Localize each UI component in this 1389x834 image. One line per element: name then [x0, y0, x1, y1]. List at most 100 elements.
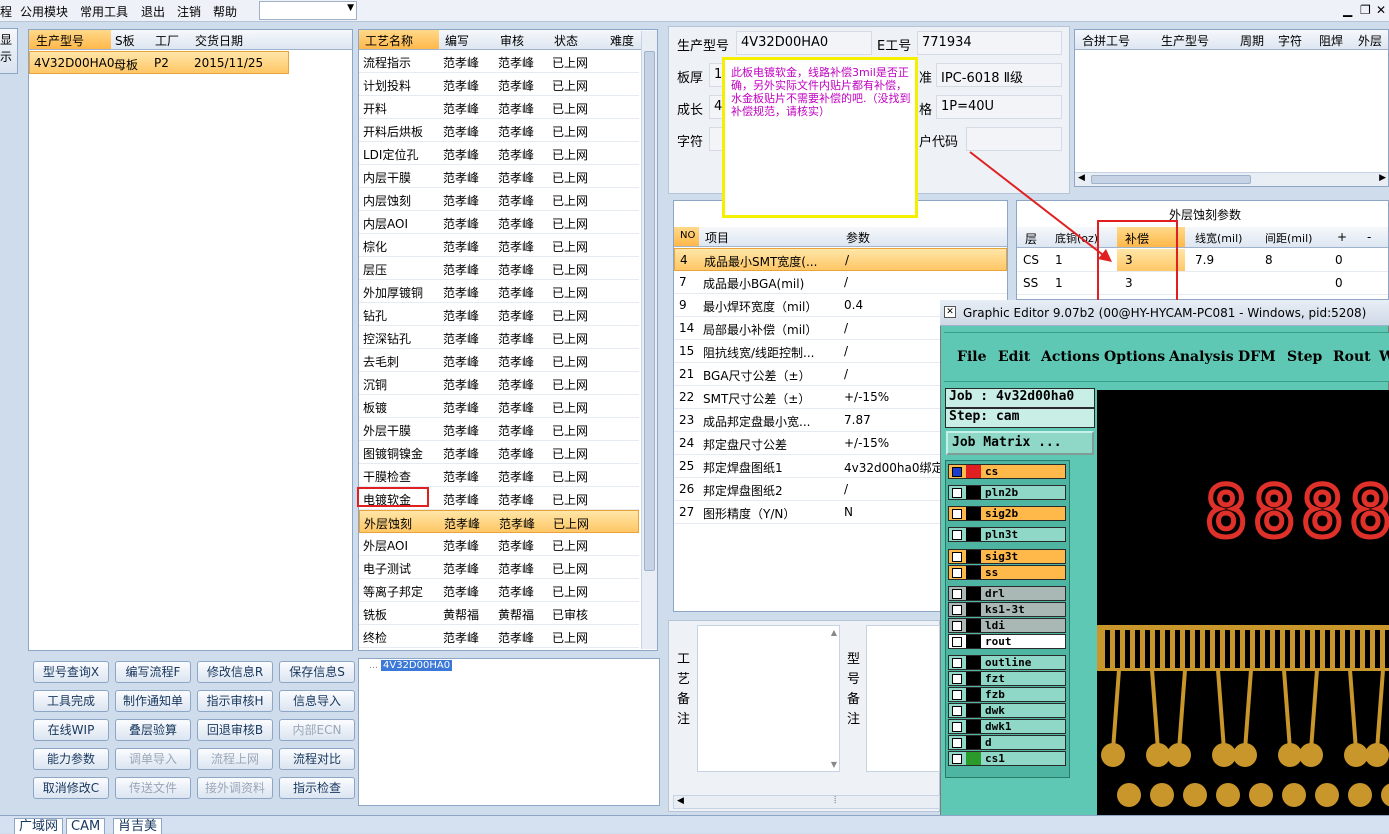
- ge-menu-step[interactable]: Step: [1287, 349, 1322, 365]
- layer-checkbox[interactable]: [952, 488, 962, 498]
- action-button[interactable]: 传送文件: [115, 777, 191, 799]
- layer-item[interactable]: pln2b: [948, 485, 1066, 500]
- field-model[interactable]: 4V32D00HA0: [736, 31, 872, 55]
- layer-item[interactable]: sig3t: [948, 549, 1066, 564]
- ge-titlebar[interactable]: ✕ Graphic Editor 9.07b2 (00@HY-HYCAM-PC0…: [940, 300, 1389, 326]
- action-button[interactable]: 内部ECN: [279, 719, 355, 741]
- scroll-thumb[interactable]: [644, 51, 655, 571]
- layer-item[interactable]: d: [948, 735, 1066, 750]
- field-eno[interactable]: 771934: [917, 31, 1062, 55]
- menu-item-exit[interactable]: 退出: [141, 3, 165, 20]
- tab-wan[interactable]: 广域网: [14, 818, 64, 834]
- layer-checkbox[interactable]: [952, 467, 962, 477]
- remarks-hscrollbar[interactable]: ◀ ⦙: [673, 795, 940, 809]
- table-row[interactable]: 内层蚀刻 范孝峰 范孝峰 已上网: [359, 188, 639, 211]
- layer-item[interactable]: fzt: [948, 671, 1066, 686]
- action-button[interactable]: 修改信息R: [197, 661, 273, 683]
- ge-menu-edit[interactable]: Edit: [998, 349, 1030, 365]
- menu-item-help[interactable]: 帮助: [213, 3, 237, 20]
- table-row[interactable]: 开料后烘板 范孝峰 范孝峰 已上网: [359, 119, 639, 142]
- table-row[interactable]: 控深钻孔 范孝峰 范孝峰 已上网: [359, 326, 639, 349]
- col-minus[interactable]: -: [1367, 230, 1371, 244]
- menu-item-public[interactable]: 公用模块: [20, 3, 68, 20]
- col-reviewer[interactable]: 审核: [500, 32, 524, 49]
- restore-icon[interactable]: ❐: [1360, 3, 1371, 17]
- job-matrix-button[interactable]: Job Matrix ...: [946, 431, 1094, 455]
- action-button[interactable]: 取消修改C: [33, 777, 109, 799]
- col-difficulty[interactable]: 难度: [610, 32, 634, 49]
- tab-user[interactable]: 肖吉美: [113, 818, 163, 834]
- ge-menu-options[interactable]: Options: [1104, 349, 1165, 365]
- layer-checkbox[interactable]: [952, 621, 962, 631]
- table-row[interactable]: 去毛刺 范孝峰 范孝峰 已上网: [359, 349, 639, 372]
- layer-item[interactable]: dwk: [948, 703, 1066, 718]
- layer-checkbox[interactable]: [952, 722, 962, 732]
- merge-hscrollbar[interactable]: ◀ ▶: [1075, 172, 1388, 186]
- action-button[interactable]: 编写流程F: [115, 661, 191, 683]
- ge-menu-analysis[interactable]: Analysis: [1169, 349, 1234, 365]
- layer-checkbox[interactable]: [952, 706, 962, 716]
- col-delivery[interactable]: 交货日期: [195, 32, 243, 49]
- menu-item-tools[interactable]: 常用工具: [80, 3, 128, 20]
- layer-item[interactable]: ks1-3t: [948, 602, 1066, 617]
- minimize-icon[interactable]: ▁: [1343, 3, 1352, 17]
- table-row[interactable]: 电子测试 范孝峰 范孝峰 已上网: [359, 556, 639, 579]
- col-plus[interactable]: +: [1337, 230, 1347, 244]
- table-row[interactable]: 内层干膜 范孝峰 范孝峰 已上网: [359, 165, 639, 188]
- table-row[interactable]: 干膜检查 范孝峰 范孝峰 已上网: [359, 464, 639, 487]
- action-button[interactable]: 信息导入: [279, 690, 355, 712]
- col-mask[interactable]: 阻焊: [1319, 32, 1343, 49]
- layer-item[interactable]: dwk1: [948, 719, 1066, 734]
- table-row[interactable]: 外层蚀刻 范孝峰 范孝峰 已上网: [359, 510, 639, 533]
- table-row[interactable]: 棕化 范孝峰 范孝峰 已上网: [359, 234, 639, 257]
- action-button[interactable]: 回退审核B: [197, 719, 273, 741]
- action-button[interactable]: 调单导入: [115, 748, 191, 770]
- scroll-right-icon[interactable]: ▶: [1379, 173, 1386, 183]
- menu-item-logout[interactable]: 注销: [177, 3, 201, 20]
- layer-checkbox[interactable]: [952, 530, 962, 540]
- table-row[interactable]: 板镀 范孝峰 范孝峰 已上网: [359, 395, 639, 418]
- col-writer[interactable]: 编写: [445, 32, 469, 49]
- toolbar-combo[interactable]: ▼: [259, 1, 357, 20]
- col-spacing[interactable]: 间距(mil): [1265, 230, 1312, 246]
- field-spec[interactable]: 1P=40U: [936, 95, 1062, 119]
- col-char[interactable]: 字符: [1278, 32, 1302, 49]
- table-row[interactable]: 流程指示 范孝峰 范孝峰 已上网: [359, 50, 639, 73]
- show-toggle[interactable]: 显 示: [0, 28, 18, 74]
- layer-checkbox[interactable]: [952, 690, 962, 700]
- ge-menu-window[interactable]: W: [1379, 349, 1389, 365]
- table-row[interactable]: 铣板 黄帮福 黄帮福 已审核: [359, 602, 639, 625]
- col-merge-model[interactable]: 生产型号: [1161, 32, 1209, 49]
- action-button[interactable]: 制作通知单: [115, 690, 191, 712]
- action-button[interactable]: 流程上网: [197, 748, 273, 770]
- col-cycle[interactable]: 周期: [1240, 32, 1264, 49]
- table-row[interactable]: 图镀铜镍金 范孝峰 范孝峰 已上网: [359, 441, 639, 464]
- layer-checkbox[interactable]: [952, 637, 962, 647]
- action-button[interactable]: 在线WIP: [33, 719, 109, 741]
- model-remark-input[interactable]: [866, 625, 940, 772]
- action-button[interactable]: 能力参数: [33, 748, 109, 770]
- layer-checkbox[interactable]: [952, 509, 962, 519]
- layer-item[interactable]: pln3t: [948, 527, 1066, 542]
- col-merge-no[interactable]: 合拼工号: [1082, 32, 1130, 49]
- table-row[interactable]: 7 成品最小BGA(mil) /: [674, 271, 1007, 294]
- layer-item[interactable]: cs: [948, 464, 1066, 479]
- action-button[interactable]: 指示检查: [279, 777, 355, 799]
- col-outer[interactable]: 外层: [1358, 32, 1382, 49]
- layer-checkbox[interactable]: [952, 658, 962, 668]
- field-standard[interactable]: IPC-6018 Ⅱ级: [936, 63, 1062, 87]
- process-remark-input[interactable]: ▲ ▼: [697, 625, 840, 772]
- ge-menu-rout[interactable]: Rout: [1333, 349, 1371, 365]
- action-button[interactable]: 流程对比: [279, 748, 355, 770]
- layer-checkbox[interactable]: [952, 674, 962, 684]
- table-row[interactable]: 内层AOI 范孝峰 范孝峰 已上网: [359, 211, 639, 234]
- col-linewidth[interactable]: 线宽(mil): [1195, 230, 1242, 246]
- scroll-down-icon[interactable]: ▼: [831, 760, 837, 769]
- ge-menu-actions[interactable]: Actions: [1041, 349, 1100, 365]
- col-param[interactable]: 参数: [846, 229, 870, 246]
- layer-checkbox[interactable]: [952, 589, 962, 599]
- layer-item[interactable]: outline: [948, 655, 1066, 670]
- menu-item-0[interactable]: 程: [0, 3, 12, 20]
- col-process[interactable]: 工艺名称: [365, 32, 413, 49]
- table-row[interactable]: 计划投料 范孝峰 范孝峰 已上网: [359, 73, 639, 96]
